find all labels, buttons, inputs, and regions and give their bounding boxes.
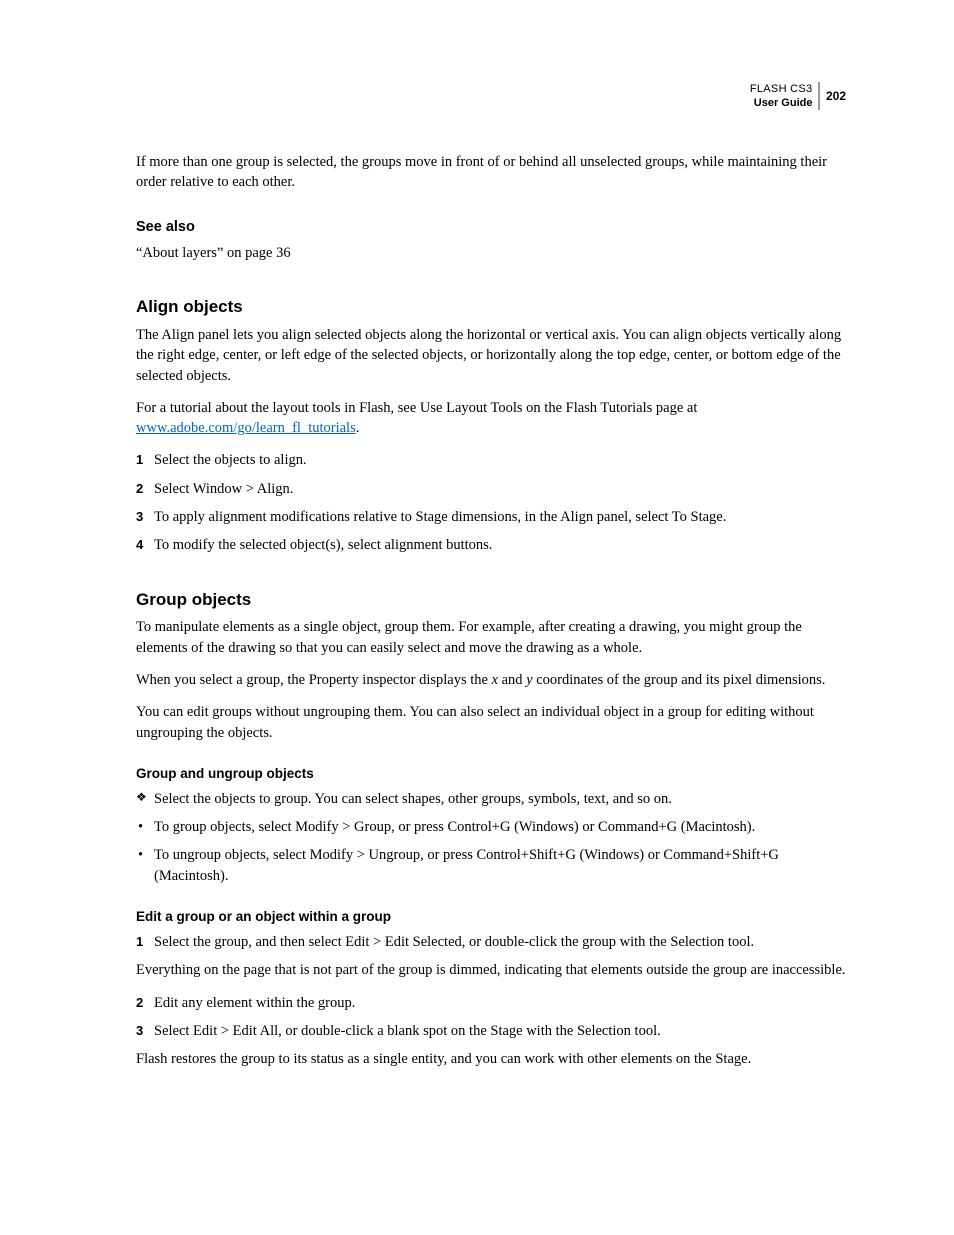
step-text: Select Edit > Edit All, or double-click … [154, 1021, 846, 1041]
align-heading: Align objects [136, 295, 846, 319]
step-number: 3 [136, 508, 154, 527]
see-also-ref: “About layers” on page 36 [136, 243, 846, 263]
edit-group-steps: 1 Select the group, and then select Edit… [136, 932, 846, 952]
list-item: 1 Select the objects to align. [136, 450, 846, 470]
list-item: 4 To modify the selected object(s), sele… [136, 535, 846, 555]
intro-paragraph: If more than one group is selected, the … [136, 152, 846, 193]
edit-after1: Everything on the page that is not part … [136, 960, 846, 980]
edit-group-heading: Edit a group or an object within a group [136, 908, 846, 927]
step-text: Select Window > Align. [154, 479, 846, 499]
bullet-text: To ungroup objects, select Modify > Ungr… [154, 845, 846, 886]
step-number: 1 [136, 933, 154, 952]
list-item: • To ungroup objects, select Modify > Un… [136, 845, 846, 886]
group-heading: Group objects [136, 588, 846, 612]
header-guide: User Guide [750, 96, 813, 110]
group-para3: You can edit groups without ungrouping t… [136, 702, 846, 743]
step-number: 1 [136, 451, 154, 470]
group-para2-post: coordinates of the group and its pixel d… [533, 672, 826, 688]
diamond-icon: ❖ [136, 789, 154, 809]
bullet-icon: • [136, 817, 154, 837]
group-para2-pre: When you select a group, the Property in… [136, 672, 492, 688]
step-text: Select the objects to align. [154, 450, 846, 470]
align-para2-post: . [356, 420, 360, 436]
see-also-heading: See also [136, 217, 846, 237]
group-para2-mid: and [498, 672, 526, 688]
align-para1: The Align panel lets you align selected … [136, 325, 846, 386]
page-header: FLASH CS3 User Guide 202 [750, 82, 846, 111]
bullet-icon: • [136, 845, 154, 886]
bullet-text: To group objects, select Modify > Group,… [154, 817, 846, 837]
step-number: 2 [136, 994, 154, 1013]
page-number: 202 [820, 89, 846, 105]
step-number: 3 [136, 1022, 154, 1041]
step-number: 2 [136, 480, 154, 499]
list-item: 1 Select the group, and then select Edit… [136, 932, 846, 952]
align-para2-pre: For a tutorial about the layout tools in… [136, 400, 697, 416]
align-steps: 1 Select the objects to align. 2 Select … [136, 450, 846, 555]
edit-after3: Flash restores the group to its status a… [136, 1049, 846, 1069]
group-para2: When you select a group, the Property in… [136, 670, 846, 690]
list-item: 3 To apply alignment modifications relat… [136, 507, 846, 527]
diamond-text: Select the objects to group. You can sel… [154, 789, 846, 809]
step-text: To apply alignment modifications relativ… [154, 507, 846, 527]
step-text: Edit any element within the group. [154, 993, 846, 1013]
page-content: If more than one group is selected, the … [136, 152, 846, 1069]
list-item: 2 Edit any element within the group. [136, 993, 846, 1013]
tutorials-link[interactable]: www.adobe.com/go/learn_fl_tutorials [136, 420, 356, 436]
group-ungroup-heading: Group and ungroup objects [136, 765, 846, 784]
header-product: FLASH CS3 [750, 82, 813, 96]
align-para2: For a tutorial about the layout tools in… [136, 398, 846, 439]
diamond-item: ❖ Select the objects to group. You can s… [136, 789, 846, 809]
list-item: 3 Select Edit > Edit All, or double-clic… [136, 1021, 846, 1041]
list-item: 2 Select Window > Align. [136, 479, 846, 499]
step-number: 4 [136, 536, 154, 555]
step-text: Select the group, and then select Edit >… [154, 932, 846, 952]
group-ungroup-bullets: • To group objects, select Modify > Grou… [136, 817, 846, 886]
list-item: • To group objects, select Modify > Grou… [136, 817, 846, 837]
step-text: To modify the selected object(s), select… [154, 535, 846, 555]
group-para1: To manipulate elements as a single objec… [136, 617, 846, 658]
edit-group-steps-cont: 2 Edit any element within the group. 3 S… [136, 993, 846, 1042]
